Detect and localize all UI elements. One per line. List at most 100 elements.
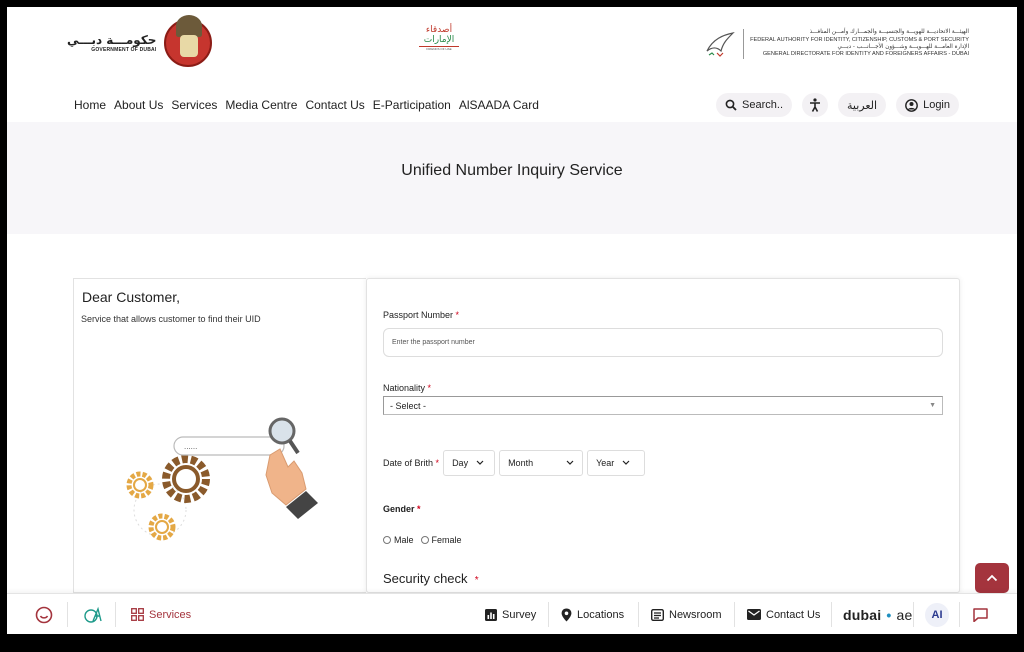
user-circle-icon [905,98,918,112]
login-label: Login [923,99,950,111]
newspaper-icon [651,608,664,621]
bar-chart-icon [485,608,497,621]
nav-home[interactable]: Home [74,98,106,112]
falcon-icon [706,32,735,57]
newsroom-label: Newsroom [669,608,722,621]
survey-button[interactable]: Survey [485,594,537,634]
nav-services[interactable]: Services [171,98,217,112]
header-tools: Search.. العربية Login [716,93,959,117]
page-title-band: Unified Number Inquiry Service [7,122,1017,234]
happiness-meter-button[interactable] [35,594,53,634]
gender-female-radio[interactable] [420,536,429,544]
ai-assistant-button[interactable]: AI [925,594,949,634]
dob-day-select[interactable]: Day [443,450,496,476]
gender-radio-group: Male Female [383,535,462,545]
chevron-down-icon: ▼ [929,402,936,409]
nav-e-participation[interactable]: E-Participation [373,98,451,112]
security-check-label: Security check * [383,571,479,586]
language-toggle[interactable]: العربية [838,93,887,117]
ica-line2: FEDERAL AUTHORITY FOR IDENTITY, CITIZENS… [750,36,969,43]
site-header: حكومـــة دبـــي GOVERNMENT OF DUBAI أصدق… [7,7,1017,122]
nav-alsaada-card[interactable]: AlSAADA Card [459,98,539,112]
government-of-dubai-logo[interactable]: حكومـــة دبـــي GOVERNMENT OF DUBAI [67,15,213,67]
ica-line1: الهيئـــة الاتحاديـــة للهويـــة والجنسي… [809,29,969,36]
dob-year-select[interactable]: Year [587,450,646,476]
chat-bubble-icon [973,607,988,622]
scroll-to-top-button[interactable] [975,563,1009,593]
ai-badge-icon: AI [925,602,949,627]
intro-panel: Dear Customer, Service that allows custo… [73,278,366,593]
gear-bottom-icon [148,513,176,541]
gear-small-icon [126,471,154,499]
search-box-dots: ...... [184,442,197,451]
location-pin-icon [561,608,572,621]
dob-month-select[interactable]: Month [499,450,584,476]
required-mark: * [427,383,432,393]
gender-female-label[interactable]: Female [432,535,462,545]
dubai-emblem-icon [164,15,213,67]
accessibility-button[interactable] [802,93,829,117]
survey-label: Survey [502,608,537,621]
locations-button[interactable]: Locations [561,594,624,634]
friends-logo-line2: الإمارات [423,35,455,45]
services-menu-button[interactable]: Services [131,594,192,634]
intro-description: Service that allows customer to find the… [81,314,261,324]
browser-frame: حكومـــة دبـــي GOVERNMENT OF DUBAI أصدق… [0,0,1024,652]
nav-contact-us[interactable]: Contact Us [305,98,364,112]
contact-us-label: Contact Us [766,608,821,621]
chevron-down-icon [622,460,630,465]
ica-line4: GENERAL DIRECTORATE FOR IDENTITY AND FOR… [762,51,969,58]
contact-us-button[interactable]: Contact Us [747,594,821,634]
passport-number-input[interactable]: Enter the passport number [383,328,943,357]
date-of-birth-group: Date of Brith * Day Month Year [383,450,646,476]
nationality-selected-value: - Select - [390,400,427,411]
dubai-logo-dot: • [886,606,892,623]
chat-button[interactable] [973,594,988,634]
search-button[interactable]: Search.. [716,93,793,117]
nationality-label: Nationality * [383,383,432,393]
nav-media-centre[interactable]: Media Centre [225,98,297,112]
ica-logo[interactable]: الهيئـــة الاتحاديـــة للهويـــة والجنسي… [703,29,969,59]
login-button[interactable]: Login [896,93,959,117]
gear-large-icon [162,455,210,503]
bottom-bar: Services Survey Locations Newsroom Conta… [7,593,1017,634]
ica-line3: الإدارة العامـــة للهـــويـــة وشـــؤون … [837,44,969,50]
dob-month-value: Month [508,458,534,468]
accessibility-icon [810,98,821,112]
newsroom-button[interactable]: Newsroom [651,594,722,634]
services-label: Services [149,608,192,621]
required-mark: * [417,504,421,514]
friends-logo-line1: أصدقاء [425,25,453,35]
language-label: العربية [847,98,878,112]
chevron-up-icon [986,574,998,582]
passport-number-label: Passport Number * [383,310,460,320]
nav-about-us[interactable]: About Us [114,98,163,112]
required-mark: * [474,575,479,586]
friends-logo-tagline: FRIENDS OF UAE [419,46,459,51]
chevron-down-icon [476,460,484,465]
dubai-ae-logo[interactable]: dubai • ae [843,594,912,634]
gender-male-radio[interactable] [383,536,391,544]
search-icon [725,99,737,111]
grid-icon [131,608,144,621]
smiley-icon [35,606,53,623]
a-accessibility-icon [84,606,102,623]
date-of-birth-label: Date of Brith * [383,458,440,468]
dob-year-value: Year [596,458,615,468]
chevron-down-icon [566,460,574,465]
accessibility-tools-button[interactable] [83,594,105,634]
passport-number-placeholder: Enter the passport number [392,339,475,346]
gender-label: Gender * [383,504,421,514]
search-label: Search.. [742,99,784,111]
nationality-select[interactable]: - Select - ▼ [383,396,943,415]
friends-of-uae-logo[interactable]: أصدقاء الإمارات FRIENDS OF UAE [419,25,459,51]
page-title: Unified Number Inquiry Service [401,162,623,179]
gender-male-label[interactable]: Male [394,535,414,545]
gov-logo-arabic: حكومـــة دبـــي [67,33,157,47]
intro-heading: Dear Customer, [82,289,181,305]
uid-inquiry-form: Passport Number * Enter the passport num… [366,278,960,593]
main-nav: Home About Us Services Media Centre Cont… [74,98,539,112]
search-gears-illustration: ...... [126,417,318,541]
gov-logo-english: GOVERNMENT OF DUBAI [91,47,157,53]
required-mark: * [455,310,460,320]
